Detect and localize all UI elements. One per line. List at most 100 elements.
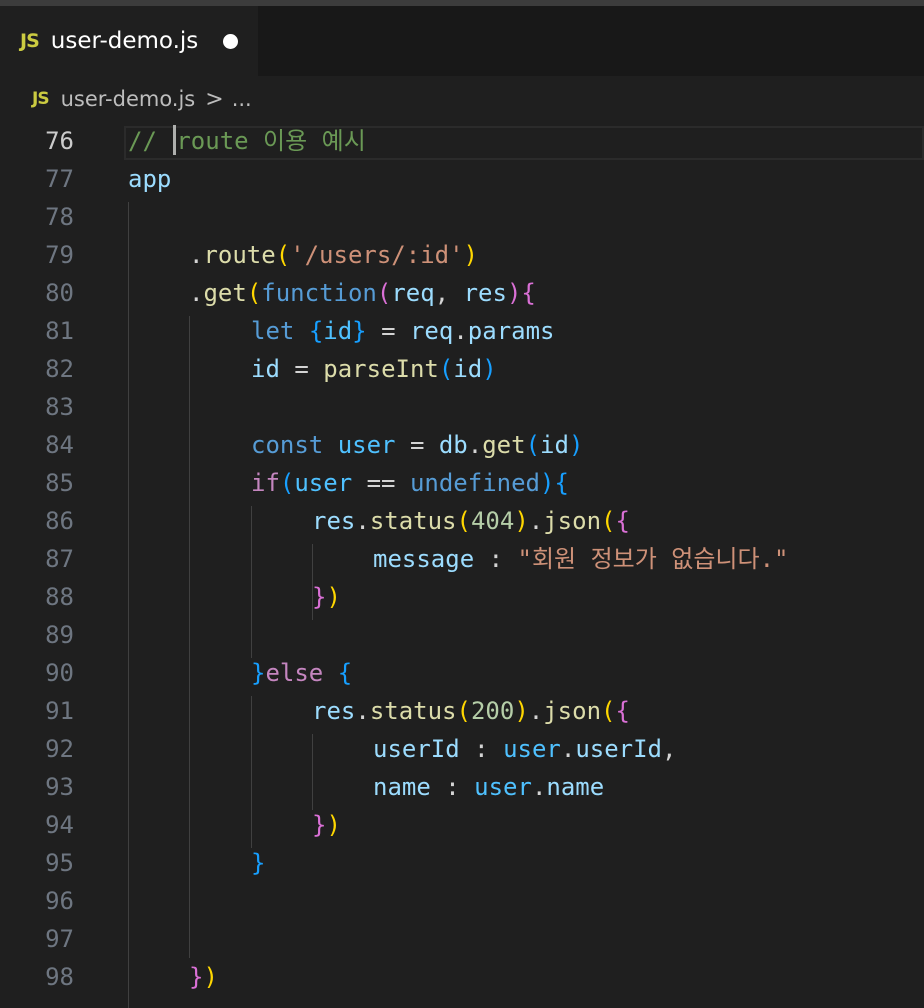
code-token: get bbox=[482, 431, 526, 459]
code-token: . bbox=[453, 317, 468, 345]
code-token: undefined bbox=[409, 469, 540, 497]
breadcrumb-file[interactable]: user-demo.js bbox=[61, 87, 196, 111]
code-token: message bbox=[373, 545, 475, 573]
code-token: "회원 정보가 없습니다." bbox=[517, 545, 789, 573]
line-number: 77 bbox=[45, 165, 74, 193]
line-number: 93 bbox=[45, 773, 74, 801]
code-line: 91 res.status(200).json({ bbox=[0, 692, 924, 730]
code-line: 89 bbox=[0, 616, 924, 654]
code-token: userId bbox=[575, 735, 663, 763]
code-token: ) bbox=[514, 507, 529, 535]
code-token: ( bbox=[275, 241, 291, 269]
code-token: } bbox=[189, 963, 204, 991]
code-text: res.status(404).json({ bbox=[312, 502, 630, 540]
code-token: route bbox=[203, 241, 276, 269]
code-text: res.status(200).json({ bbox=[312, 692, 630, 730]
code-token: id bbox=[323, 317, 353, 345]
code-token: json bbox=[543, 697, 602, 725]
code-token: = bbox=[279, 355, 324, 383]
code-text: name : user.name bbox=[373, 768, 604, 806]
code-token: parseInt bbox=[323, 355, 439, 383]
code-line: 80 .get(function(req, res){ bbox=[0, 274, 924, 312]
code-token: id bbox=[251, 355, 280, 383]
breadcrumb-chevron-right-icon: > bbox=[205, 86, 224, 112]
code-line: 82 id = parseInt(id) bbox=[0, 350, 924, 388]
line-number: 86 bbox=[45, 507, 74, 535]
code-token: } bbox=[312, 583, 327, 611]
code-line: 76 // route 이용 예시 bbox=[0, 122, 924, 160]
code-token: status bbox=[369, 507, 457, 535]
unsaved-changes-dot-icon[interactable] bbox=[223, 34, 238, 49]
code-token: 404 bbox=[470, 507, 515, 535]
code-token: ( bbox=[246, 279, 262, 307]
code-text: .route('/users/:id') bbox=[189, 236, 478, 274]
code-token: ) bbox=[203, 963, 218, 991]
code-token: : bbox=[430, 773, 475, 801]
tab-user-demo-js[interactable]: JS user-demo.js bbox=[0, 6, 258, 76]
code-token: { bbox=[337, 659, 353, 687]
code-line: 90 }else { bbox=[0, 654, 924, 692]
code-text: } bbox=[251, 844, 265, 882]
code-token: ( bbox=[438, 355, 454, 383]
code-token: ) bbox=[514, 697, 529, 725]
breadcrumb: JS user-demo.js > ... bbox=[0, 76, 924, 122]
code-token: req bbox=[391, 279, 435, 307]
code-token: ( bbox=[279, 469, 295, 497]
code-text: }) bbox=[312, 806, 341, 844]
line-number: 90 bbox=[45, 659, 74, 687]
code-token: : bbox=[459, 735, 504, 763]
code-token: } bbox=[312, 811, 327, 839]
code-token: . bbox=[528, 697, 544, 725]
code-text: .get(function(req, res){ bbox=[189, 274, 536, 312]
code-line: 97 bbox=[0, 920, 924, 958]
line-number: 84 bbox=[45, 431, 74, 459]
code-line: 92 userId : user.userId, bbox=[0, 730, 924, 768]
code-token: . bbox=[355, 697, 370, 725]
code-token: user bbox=[337, 431, 396, 459]
code-token: == bbox=[352, 469, 410, 497]
code-token: if bbox=[251, 469, 280, 497]
breadcrumb-symbols-more[interactable]: ... bbox=[232, 87, 252, 111]
code-token: else bbox=[265, 659, 324, 687]
code-text: }else { bbox=[251, 654, 352, 692]
code-editor[interactable]: 76 // route 이용 예시 77 app 78 79 .route('/… bbox=[0, 122, 924, 1008]
line-number: 92 bbox=[45, 735, 74, 763]
code-token: params bbox=[467, 317, 555, 345]
code-token: res bbox=[312, 507, 356, 535]
code-token: status bbox=[369, 697, 457, 725]
code-token: user bbox=[503, 735, 561, 763]
code-token: user bbox=[474, 773, 532, 801]
code-text: }) bbox=[189, 958, 218, 996]
code-token: . bbox=[531, 773, 547, 801]
code-token: { bbox=[521, 279, 536, 307]
code-token: get bbox=[203, 279, 247, 307]
code-token: . bbox=[560, 735, 576, 763]
line-number: 97 bbox=[45, 925, 74, 953]
code-token: ( bbox=[376, 279, 392, 307]
code-text: let {id} = req.params bbox=[251, 312, 555, 350]
code-token: ( bbox=[601, 507, 616, 535]
code-token: . bbox=[355, 507, 370, 535]
code-line: 94 }) bbox=[0, 806, 924, 844]
code-token: function bbox=[261, 279, 377, 307]
line-number: 96 bbox=[45, 887, 74, 915]
code-token: ( bbox=[525, 431, 541, 459]
code-token: ) bbox=[326, 583, 341, 611]
code-token: ( bbox=[456, 697, 471, 725]
code-text: // route 이용 예시 bbox=[128, 122, 366, 160]
line-number: 80 bbox=[45, 279, 74, 307]
code-token: : bbox=[474, 545, 518, 573]
code-line: 79 .route('/users/:id') bbox=[0, 236, 924, 274]
line-number: 78 bbox=[45, 203, 74, 231]
code-token: '/users/:id' bbox=[290, 241, 464, 269]
code-token: . bbox=[189, 241, 204, 269]
code-token: res bbox=[312, 697, 356, 725]
code-text: const user = db.get(id) bbox=[251, 426, 583, 464]
code-token: { bbox=[554, 469, 569, 497]
code-token: } bbox=[352, 317, 367, 345]
line-number: 76 bbox=[45, 127, 74, 155]
code-token: = bbox=[366, 317, 410, 345]
code-token: db bbox=[438, 431, 468, 459]
code-line: 85 if(user == undefined){ bbox=[0, 464, 924, 502]
